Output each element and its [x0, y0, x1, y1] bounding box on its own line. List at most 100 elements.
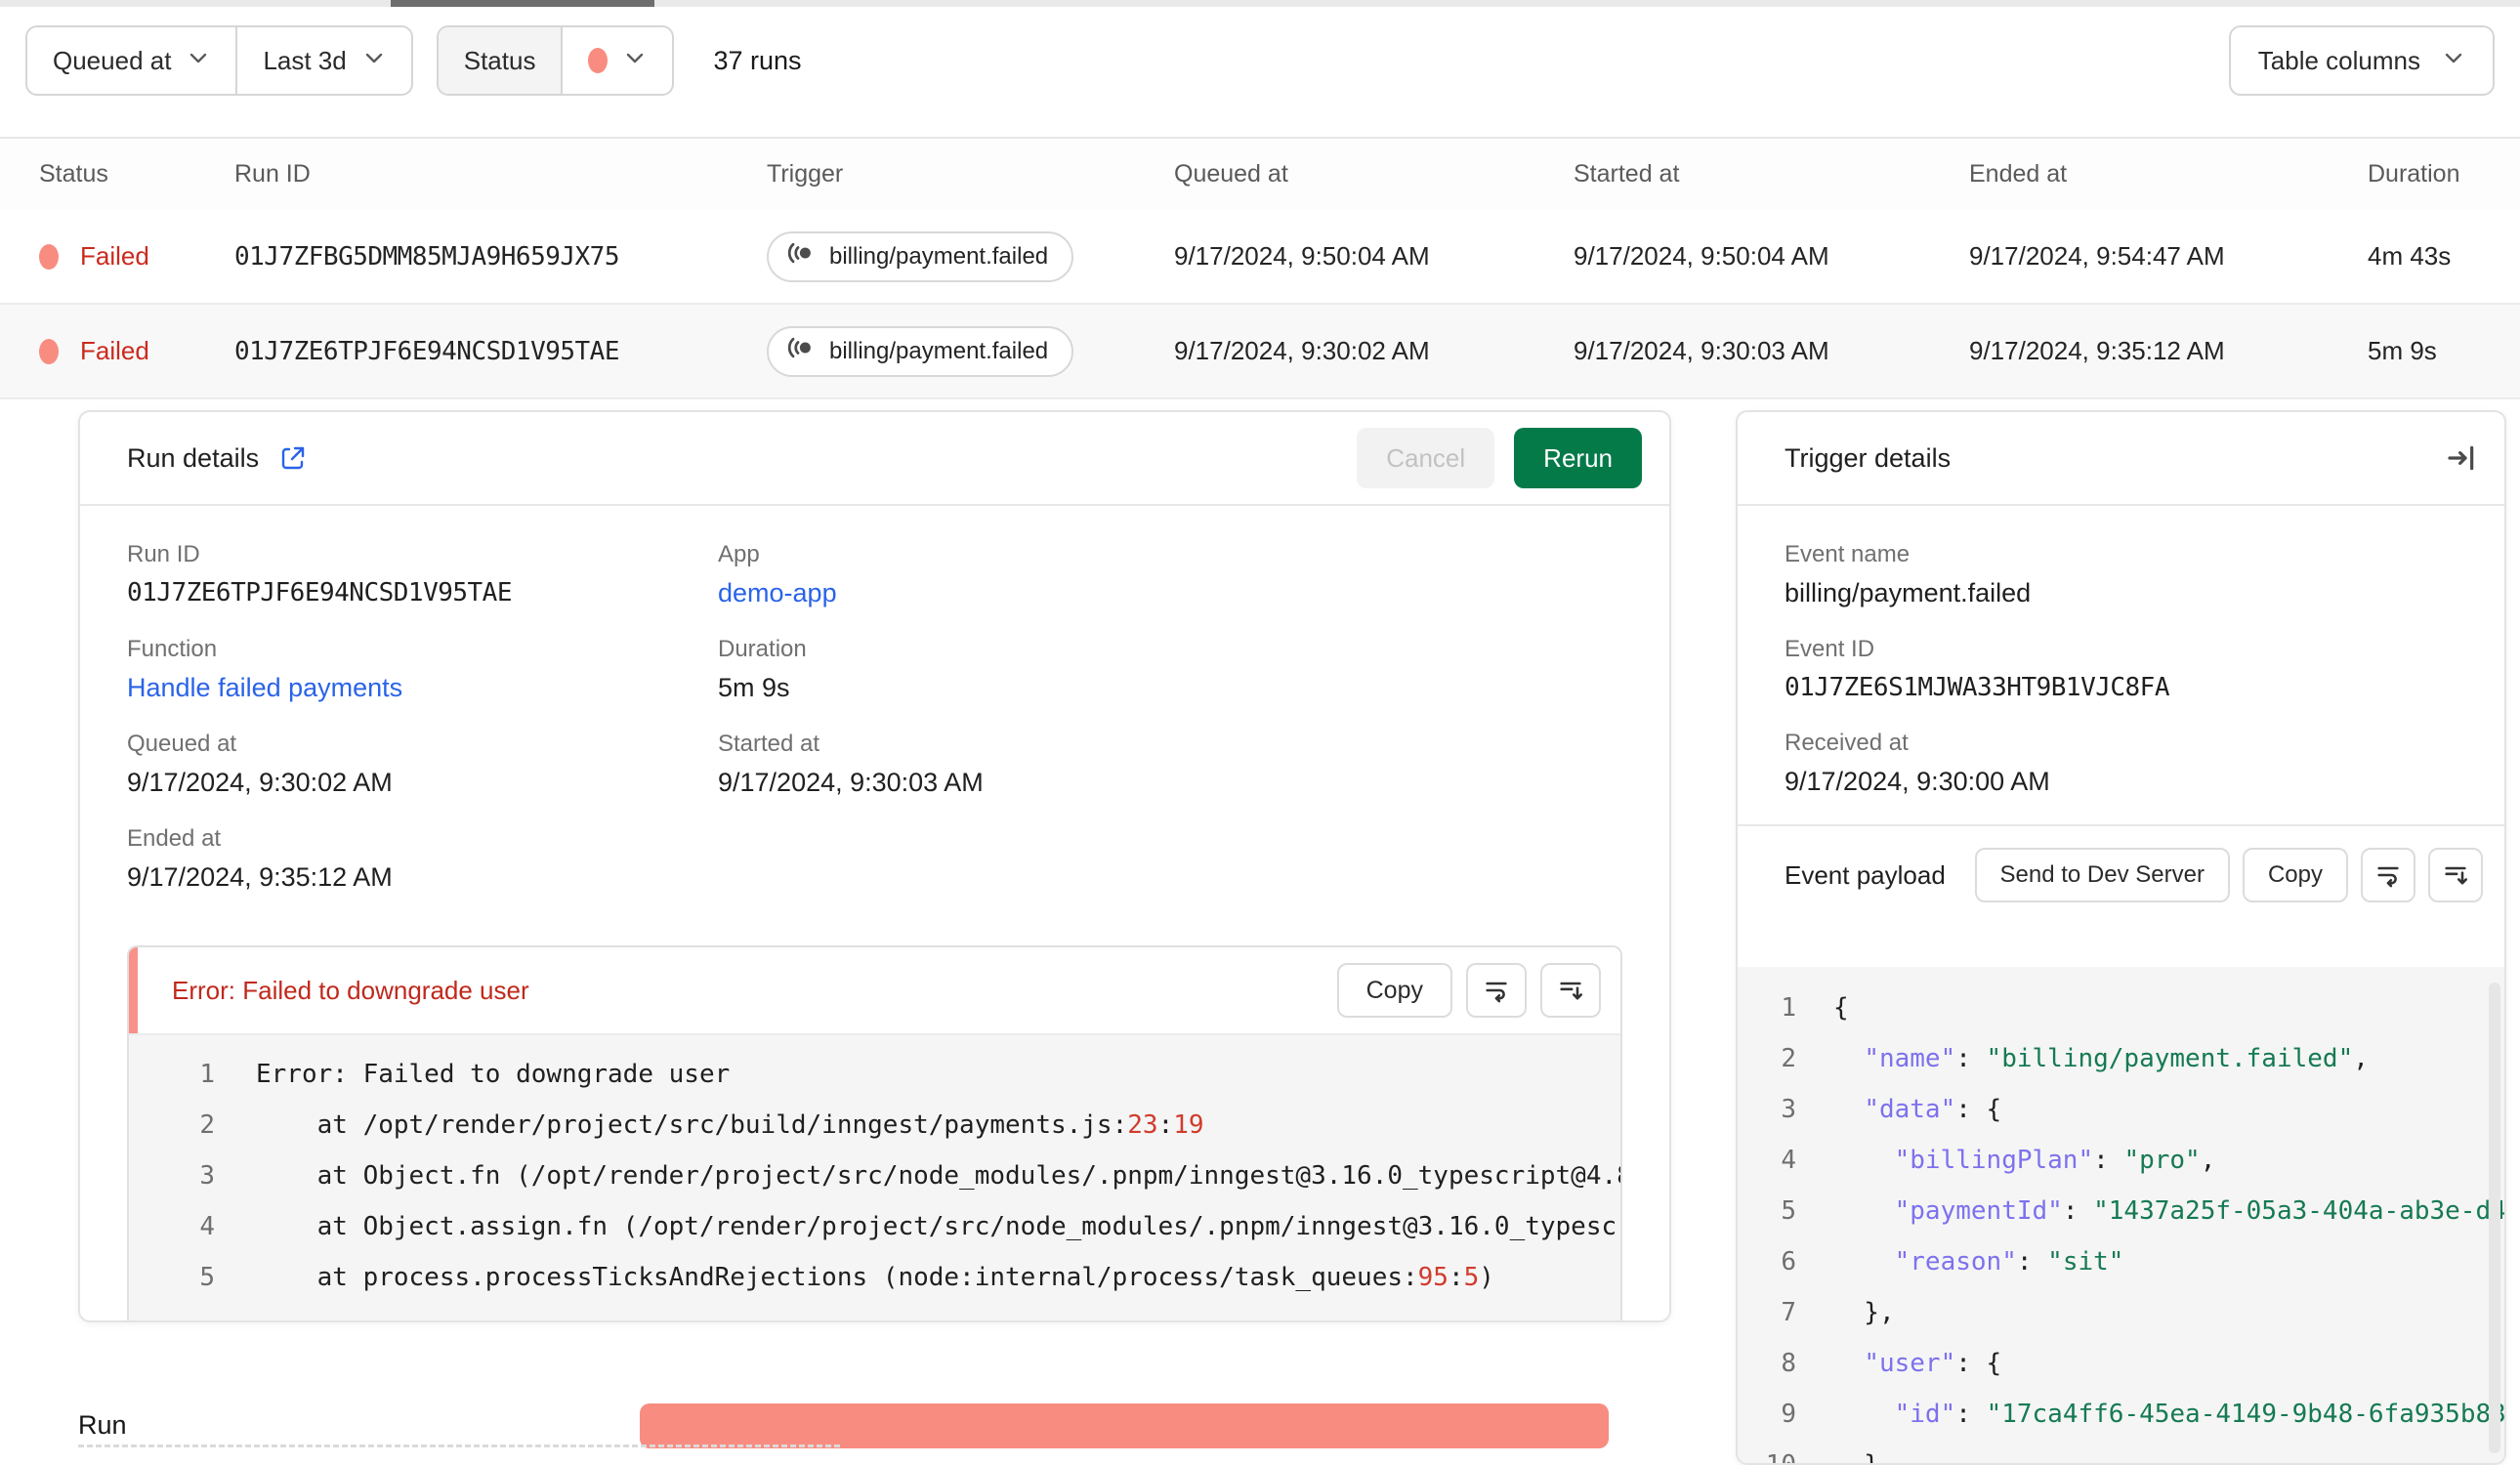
trigger-cell: billing/payment.failed — [767, 230, 1174, 282]
event-trigger-pill[interactable]: billing/payment.failed — [767, 230, 1074, 282]
column-header-trigger[interactable]: Trigger — [767, 160, 1174, 188]
rerun-button[interactable]: Rerun — [1514, 428, 1642, 488]
column-header-started-at[interactable]: Started at — [1574, 160, 1969, 188]
event-payload-json[interactable]: 1{2 "name": "billing/payment.failed", 3 "… — [1738, 967, 2504, 1463]
function-link[interactable]: Handle failed payments — [127, 673, 718, 703]
line-content: "billingPlan": "pro", — [1894, 1146, 2216, 1175]
payload-json-line: 6 "reason": "sit" — [1738, 1236, 2504, 1287]
payload-json-line: 10 } — [1738, 1440, 2504, 1463]
line-number: 1 — [199, 1060, 215, 1089]
line-number: 7 — [1781, 1298, 1796, 1327]
table-row[interactable]: Failed 01J7ZFBG5DMM85MJA9H659JX75 billing/… — [0, 210, 2520, 305]
stack-trace-line: 3 at Object.fn (/opt/render/project/src/… — [129, 1151, 1620, 1201]
payload-json-line: 7 }, — [1738, 1287, 2504, 1338]
copy-error-button[interactable]: Copy — [1336, 963, 1452, 1018]
chevron-down-icon — [623, 46, 647, 76]
run-details-panel: Run details Cancel Rerun Run ID 01J7ZE6T… — [78, 410, 1671, 1322]
status-cell: Failed — [39, 241, 234, 272]
column-header-status[interactable]: Status — [39, 160, 234, 188]
line-content: "paymentId": "1437a25f-05a3-404a-ab3e-d4… — [1894, 1196, 2504, 1226]
timeline-dashes — [78, 1444, 840, 1447]
stack-trace[interactable]: 1 Error: Failed to downgrade user 2 at /op… — [129, 1033, 1620, 1320]
status-filter-value[interactable] — [561, 27, 672, 94]
payload-json-line: 1{ — [1738, 983, 2504, 1033]
event-icon — [786, 238, 816, 274]
line-number: 6 — [1781, 1247, 1796, 1277]
line-content: at /opt/render/project/src/build/inngest… — [256, 1110, 1204, 1140]
event-payload-title: Event payload — [1785, 860, 1946, 890]
table-row[interactable]: Failed 01J7ZE6TPJF6E94NCSD1V95TAE billing/… — [0, 305, 2520, 399]
word-wrap-icon[interactable] — [1466, 963, 1527, 1018]
line-number: 10 — [1761, 1450, 1796, 1463]
column-header-ended-at[interactable]: Ended at — [1969, 160, 2368, 188]
failed-status-dot — [588, 48, 609, 73]
run-id-value: 01J7ZE6TPJF6E94NCSD1V95TAE — [127, 578, 513, 607]
trigger-details-panel: Trigger details Event name billing/payme… — [1736, 410, 2506, 1465]
run-id-cell: 01J7ZFBG5DMM85MJA9H659JX75 — [234, 241, 620, 272]
line-content: at Object.fn (/opt/render/project/src/no… — [256, 1161, 1620, 1191]
cancel-button[interactable]: Cancel — [1357, 428, 1495, 488]
event-icon — [786, 333, 816, 369]
field-function: Function Handle failed payments — [127, 636, 718, 703]
scroll-to-bottom-icon[interactable] — [2428, 848, 2483, 902]
column-header-duration[interactable]: Duration — [2368, 160, 2481, 188]
queued-at-filter[interactable]: Queued at — [27, 27, 235, 94]
payload-scrollbar[interactable] — [2489, 983, 2500, 1453]
queued-at-filter-label: Queued at — [53, 45, 172, 75]
stack-trace-line: 4 at Object.assign.fn (/opt/render/proje… — [129, 1201, 1620, 1252]
event-trigger-pill[interactable]: billing/payment.failed — [767, 325, 1074, 377]
timeline-run-bar[interactable] — [640, 1403, 1609, 1448]
line-number: 2 — [1781, 1044, 1796, 1073]
failed-status-dot — [39, 243, 59, 270]
chevron-down-icon — [187, 46, 210, 76]
trigger-details-header: Trigger details — [1738, 412, 2504, 506]
line-content: { — [1833, 993, 1849, 1023]
run-details-fields: Run ID 01J7ZE6TPJF6E94NCSD1V95TAE App de… — [80, 506, 1669, 920]
word-wrap-icon[interactable] — [2361, 848, 2415, 902]
line-number: 5 — [1781, 1196, 1796, 1226]
copy-payload-button[interactable]: Copy — [2242, 848, 2348, 902]
scrollbar-thumb[interactable] — [391, 0, 654, 7]
status-filter-group: Status — [436, 25, 675, 96]
field-received-at: Received at 9/17/2024, 9:30:00 AM — [1785, 730, 2050, 796]
runs-table-body: Failed 01J7ZFBG5DMM85MJA9H659JX75 billing/… — [0, 210, 2520, 399]
event-payload-header: Event payload Send to Dev Server Copy — [1738, 826, 2504, 924]
send-to-dev-server-button[interactable]: Send to Dev Server — [1974, 848, 2230, 902]
time-range-filter[interactable]: Last 3d — [235, 27, 410, 94]
chevron-down-icon — [362, 46, 386, 76]
started-at-cell: 9/17/2024, 9:50:04 AM — [1574, 241, 1829, 271]
run-details-title: Run details — [127, 442, 260, 473]
error-card: Error: Failed to downgrade user Copy 1 Er… — [127, 945, 1622, 1320]
status-badge: Failed — [80, 241, 149, 271]
line-number: 9 — [1781, 1400, 1796, 1429]
ended-at-cell: 9/17/2024, 9:54:47 AM — [1969, 241, 2225, 271]
field-event-name: Event name billing/payment.failed — [1785, 541, 2032, 607]
horizontal-scrollbar[interactable] — [0, 0, 2520, 7]
app-link[interactable]: demo-app — [718, 578, 1622, 608]
stack-trace-line: 1 Error: Failed to downgrade user — [129, 1049, 1620, 1100]
error-title: Error: Failed to downgrade user — [172, 975, 529, 1005]
error-card-header: Error: Failed to downgrade user Copy — [129, 947, 1620, 1033]
payload-json-line: 4 "billingPlan": "pro", — [1738, 1135, 2504, 1186]
field-app: App demo-app — [718, 541, 1622, 608]
scroll-to-bottom-icon[interactable] — [1540, 963, 1601, 1018]
line-number: 4 — [199, 1212, 215, 1241]
time-range-value: Last 3d — [263, 45, 347, 75]
line-content: at Object.assign.fn (/opt/render/project… — [256, 1212, 1620, 1241]
status-badge: Failed — [80, 336, 149, 365]
table-columns-button[interactable]: Table columns — [2228, 25, 2495, 96]
timeline-run-label: Run — [78, 1410, 127, 1440]
line-content: "user": { — [1864, 1349, 2002, 1378]
run-id-cell: 01J7ZE6TPJF6E94NCSD1V95TAE — [234, 336, 620, 366]
column-header-queued-at[interactable]: Queued at — [1174, 160, 1574, 188]
collapse-panel-icon[interactable] — [2446, 442, 2477, 474]
queued-at-cell: 9/17/2024, 9:30:02 AM — [1174, 336, 1430, 365]
payload-json-line: 9 "id": "17ca4ff6-45ea-4149-9b48-6fa935b… — [1738, 1389, 2504, 1440]
column-header-run-id[interactable]: Run ID — [234, 160, 767, 188]
status-cell: Failed — [39, 336, 234, 366]
ended-at-cell: 9/17/2024, 9:35:12 AM — [1969, 336, 2225, 365]
status-filter-label[interactable]: Status — [438, 27, 562, 94]
field-ended-at: Ended at 9/17/2024, 9:35:12 AM — [127, 825, 393, 892]
external-link-icon[interactable] — [278, 443, 308, 473]
payload-json-line: 5 "paymentId": "1437a25f-05a3-404a-ab3e-… — [1738, 1186, 2504, 1236]
